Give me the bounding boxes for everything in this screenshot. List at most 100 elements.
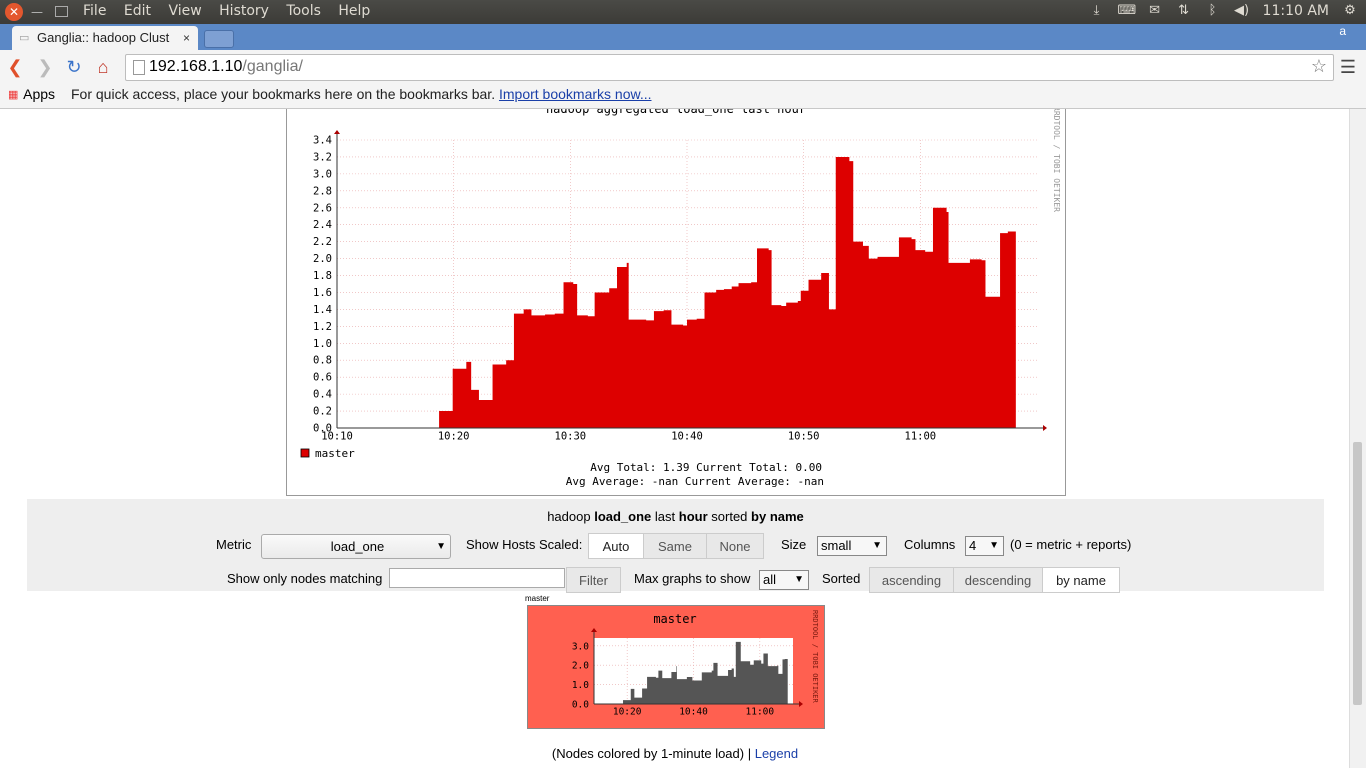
menu-help[interactable]: Help (338, 3, 370, 19)
y-tick-label-17: 3.4 (313, 135, 332, 147)
address-bar[interactable]: 192.168.1.10/ganglia/ ☆ (125, 54, 1334, 81)
filter-input[interactable] (389, 568, 565, 588)
sort-ascending-button[interactable]: ascending (869, 567, 954, 593)
url-text[interactable]: 192.168.1.10/ganglia/ (149, 58, 303, 76)
settings-gear-icon[interactable]: ⚙ (1342, 3, 1358, 19)
app-menu-bar: File Edit View History Tools Help (83, 3, 383, 19)
page-icon (133, 60, 145, 75)
columns-note: (0 = metric + reports) (1010, 537, 1132, 552)
heading-host: hadoop (547, 509, 591, 524)
columns-select[interactable]: 4 ▼ (965, 536, 1004, 556)
metric-select-value: load_one (330, 539, 385, 554)
size-select[interactable]: small ▼ (817, 536, 887, 556)
menu-history[interactable]: History (219, 3, 269, 19)
window-minimize-icon[interactable]: — (30, 5, 44, 19)
messaging-icon[interactable]: ✉ (1147, 3, 1163, 19)
sort-byname-button[interactable]: by name (1042, 567, 1120, 593)
host-thumbnail-graph[interactable]: master RRDTOOL / TOBI OETIKER 0.0 1.0 2.0 3.0… (527, 605, 825, 729)
apps-shortcut[interactable]: ▦ Apps (8, 86, 55, 102)
browser-tab[interactable]: ▭ Ganglia:: hadoop Clust × (12, 26, 198, 50)
scaled-auto-button[interactable]: Auto (588, 533, 644, 559)
clock[interactable]: 11:10 AM (1263, 3, 1329, 19)
y-tick-label-12: 2.4 (313, 219, 332, 231)
legend-footer: (Nodes colored by 1-minute load) | Legen… (0, 746, 1350, 761)
main-chart-svg: hadoop aggregated load_one last hour RRDT… (300, 109, 1061, 488)
bookmarks-hint-text: For quick access, place your bookmarks h… (71, 86, 496, 102)
chevron-down-icon: ▼ (436, 541, 446, 552)
x-tick-label-4: 10:50 (788, 431, 820, 443)
menu-edit[interactable]: Edit (124, 3, 151, 19)
y-tick-label-3: 3.0 (572, 641, 589, 652)
x-tick-label-0: 10:20 (613, 707, 642, 718)
scaled-none-button[interactable]: None (706, 533, 764, 559)
y-tick-label-11: 2.2 (313, 236, 332, 248)
x-tick-label-5: 11:00 (905, 431, 937, 443)
controls-heading: hadoop load_one last hour sorted by name (27, 509, 1324, 524)
keyboard-icon[interactable]: ⌨ (1118, 3, 1137, 19)
menu-file[interactable]: File (83, 3, 106, 19)
window-maximize-icon[interactable] (55, 6, 68, 17)
reload-icon[interactable]: ↻ (63, 56, 85, 78)
legend-series-name: master (315, 447, 355, 460)
browser-toolbar: ❮ ❯ ↻ ⌂ 192.168.1.10/ganglia/ ☆ ☰ (0, 50, 1366, 84)
x-tick-label-1: 10:40 (679, 707, 708, 718)
back-arrow-icon[interactable]: ❮ (4, 56, 26, 78)
x-axis-arrow (799, 701, 803, 707)
tab-title: Ganglia:: hadoop Clust (37, 30, 170, 45)
menu-view[interactable]: View (168, 3, 201, 19)
y-tick-label-15: 3.0 (313, 168, 332, 180)
y-tick-label-2: 0.4 (313, 389, 332, 401)
maxgraphs-select-value: all (763, 572, 777, 587)
scaled-same-button[interactable]: Same (643, 533, 707, 559)
vertical-scrollbar[interactable] (1349, 109, 1366, 768)
filter-button[interactable]: Filter (566, 567, 621, 593)
y-tick-label-4: 0.8 (313, 355, 332, 367)
chart-title: hadoop aggregated load_one last hour (546, 109, 806, 116)
maxgraphs-select[interactable]: all ▼ (759, 570, 809, 590)
volume-icon[interactable]: ◀) (1234, 3, 1250, 19)
system-top-panel: ✕ — File Edit View History Tools Help ⤓ … (0, 0, 1366, 24)
bluetooth-icon[interactable]: ᛒ (1205, 3, 1221, 19)
apps-label: Apps (23, 86, 56, 102)
y-tick-label-7: 1.4 (313, 304, 332, 316)
home-icon[interactable]: ⌂ (92, 56, 114, 78)
aggregated-load-graph[interactable]: hadoop aggregated load_one last hour RRDT… (286, 109, 1066, 496)
x-tick-label-0: 10:10 (321, 431, 353, 443)
x-axis-arrow (1043, 425, 1047, 431)
scrollbar-thumb[interactable] (1353, 442, 1362, 705)
legend-link[interactable]: Legend (755, 746, 798, 761)
x-tick-label-2: 10:30 (555, 431, 587, 443)
url-path: /ganglia/ (242, 58, 303, 75)
page-favicon-icon: ▭ (19, 32, 30, 44)
new-tab-button[interactable] (204, 30, 234, 48)
x-tick-label-2: 11:00 (746, 707, 775, 718)
network-icon[interactable]: ⇅ (1176, 3, 1192, 19)
thumb-rrdtool-credit: RRDTOOL / TOBI OETIKER (811, 610, 819, 704)
forward-arrow-icon[interactable]: ❯ (34, 56, 56, 78)
metric-select[interactable]: load_one ▼ (261, 534, 451, 559)
legend-footer-text: (Nodes colored by 1-minute load) | (551, 746, 752, 761)
chrome-menu-icon[interactable]: ☰ (1340, 58, 1356, 76)
chevron-down-icon: ▼ (872, 540, 882, 551)
window-close-icon[interactable]: ✕ (5, 3, 23, 21)
profile-letter[interactable]: a (1339, 24, 1346, 38)
tab-close-icon[interactable]: × (183, 26, 190, 50)
scaled-label: Show Hosts Scaled: (466, 537, 583, 552)
sort-descending-button[interactable]: descending (953, 567, 1043, 593)
columns-select-value: 4 (969, 538, 977, 553)
y-tick-label-1: 0.2 (313, 406, 332, 418)
url-host: 192.168.1.10 (149, 58, 243, 75)
apps-grid-icon: ▦ (8, 89, 19, 102)
system-tray: ⤓ ⌨ ✉ ⇅ ᛒ ◀) 11:10 AM ⚙ (1089, 3, 1358, 19)
columns-label: Columns (904, 537, 956, 552)
bookmark-star-icon[interactable]: ☆ (1311, 56, 1327, 77)
maxgraphs-label: Max graphs to show (634, 571, 751, 586)
heading-sorted: sorted (711, 509, 748, 524)
download-icon[interactable]: ⤓ (1089, 3, 1105, 19)
y-tick-label-1: 1.0 (572, 680, 589, 691)
menu-tools[interactable]: Tools (286, 3, 321, 19)
metric-label: Metric (216, 537, 252, 552)
import-bookmarks-link[interactable]: Import bookmarks now... (499, 86, 652, 102)
y-tick-label-0: 0.0 (572, 700, 589, 711)
stats-line-2: Avg Average: -nan Current Average: -nan (566, 475, 824, 488)
